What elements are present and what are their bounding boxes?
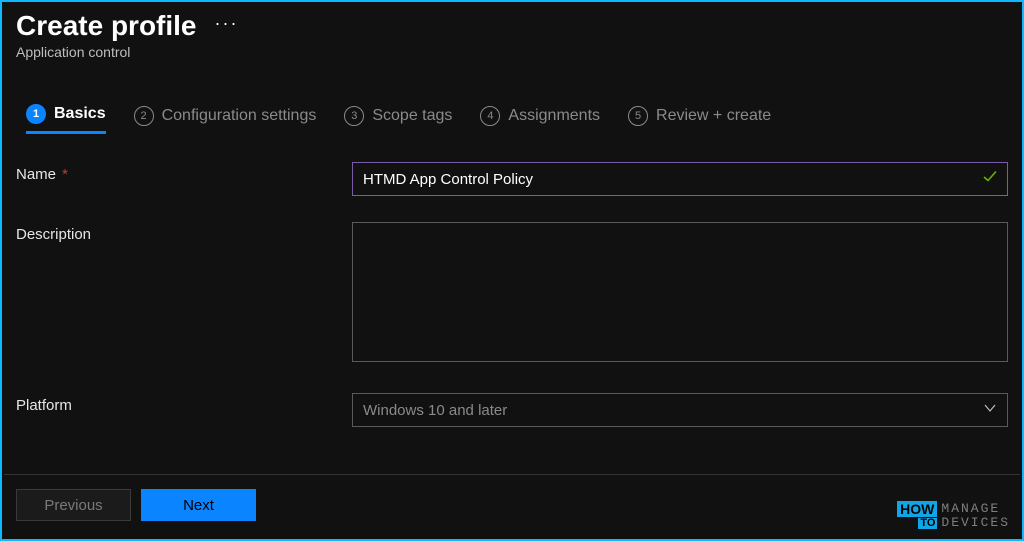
tab-configuration-settings[interactable]: 2 Configuration settings [134,106,317,133]
platform-select[interactable]: Windows 10 and later [352,393,1008,427]
description-label: Description [16,222,352,243]
watermark-line1: MANAGE [941,502,1010,515]
page-subtitle: Application control [16,44,1008,60]
platform-label: Platform [16,393,352,414]
description-input[interactable] [352,222,1008,362]
name-label: Name * [16,162,352,183]
tab-number: 2 [134,106,154,126]
watermark-line2: DEVICES [941,516,1010,529]
tab-label: Review + create [656,107,771,125]
tab-number: 1 [26,104,46,124]
platform-value: Windows 10 and later [363,402,507,419]
name-input[interactable] [352,162,1008,196]
tab-label: Assignments [508,107,600,125]
tab-label: Scope tags [372,107,452,125]
required-indicator: * [58,166,68,183]
more-menu-button[interactable]: ··· [215,13,239,40]
watermark-to: TO [918,518,937,529]
tab-label: Basics [54,105,106,123]
tab-number: 3 [344,106,364,126]
page-title: Create profile [16,10,197,42]
tab-number: 5 [628,106,648,126]
chevron-down-icon [983,401,997,419]
watermark-how: HOW [897,501,937,517]
tab-label: Configuration settings [162,107,317,125]
wizard-tabs: 1 Basics 2 Configuration settings 3 Scop… [16,104,1008,134]
tab-review-create[interactable]: 5 Review + create [628,106,771,133]
watermark: HOW TO MANAGE DEVICES [897,501,1010,529]
tab-scope-tags[interactable]: 3 Scope tags [344,106,452,133]
next-button[interactable]: Next [141,489,256,521]
tab-number: 4 [480,106,500,126]
tab-assignments[interactable]: 4 Assignments [480,106,600,133]
tab-basics[interactable]: 1 Basics [26,104,106,134]
checkmark-icon [982,169,998,190]
previous-button[interactable]: Previous [16,489,131,521]
footer-bar: Previous Next [4,474,1020,539]
